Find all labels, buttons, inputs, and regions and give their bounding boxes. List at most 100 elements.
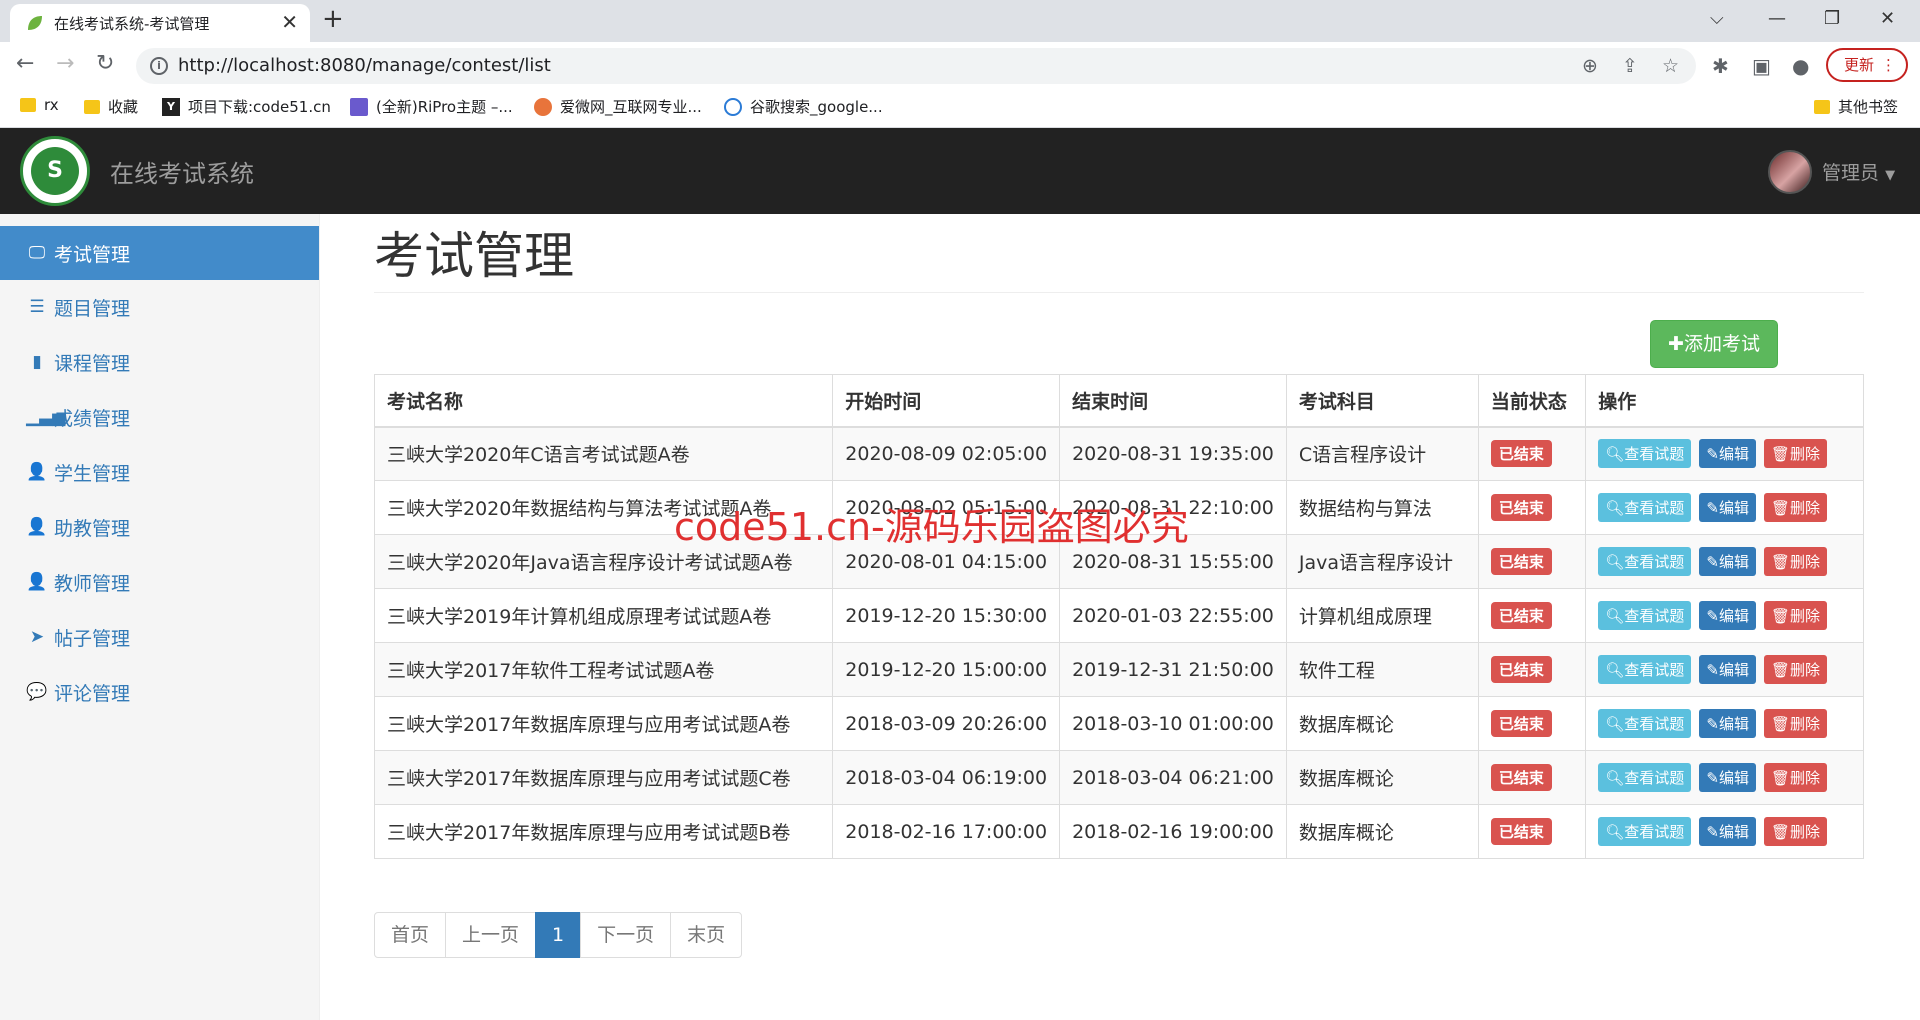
view-questions-button[interactable]: 🔍︎查看试题 xyxy=(1598,709,1692,738)
view-questions-button[interactable]: 🔍︎查看试题 xyxy=(1598,655,1692,684)
edit-button[interactable]: ✎编辑 xyxy=(1699,763,1756,792)
status-cell: 已结束 xyxy=(1477,804,1587,859)
app-brand[interactable]: 在线考试系统 xyxy=(110,154,254,189)
bookmark-item[interactable]: Y 项目下载:code51.cn xyxy=(162,96,331,117)
delete-button[interactable]: 🗑︎删除 xyxy=(1764,655,1828,684)
sidebar-item-questions[interactable]: ☰ 题目管理 xyxy=(0,280,319,334)
edit-button[interactable]: ✎编辑 xyxy=(1699,601,1756,630)
view-questions-button[interactable]: 🔍︎查看试题 xyxy=(1598,817,1692,846)
actions-cell: 🔍︎查看试题 ✎编辑 🗑︎删除 xyxy=(1585,750,1864,805)
bookmark-item[interactable]: rx xyxy=(20,96,59,114)
window-close-icon[interactable]: ✕ xyxy=(1880,8,1895,29)
list-icon: ☰ xyxy=(29,297,45,317)
edit-button[interactable]: ✎编辑 xyxy=(1699,817,1756,846)
aiwei-icon xyxy=(534,97,552,116)
subject-cell: 计算机组成原理 xyxy=(1285,588,1479,643)
delete-button[interactable]: 🗑︎删除 xyxy=(1764,763,1828,792)
page-first[interactable]: 首页 xyxy=(374,912,447,958)
book-icon: ▮ xyxy=(32,352,42,372)
edit-button[interactable]: ✎编辑 xyxy=(1699,709,1756,738)
exam-name-cell: 三峡大学2020年C语言考试试题A卷 xyxy=(373,426,834,481)
edit-icon: ✎ xyxy=(1706,769,1719,787)
status-badge: 已结束 xyxy=(1490,656,1552,683)
status-badge: 已结束 xyxy=(1490,548,1552,575)
bookmark-item[interactable]: 谷歌搜索_google... xyxy=(724,96,883,117)
page-current[interactable]: 1 xyxy=(535,912,582,958)
back-icon[interactable]: ← xyxy=(16,51,34,76)
sidebar-item-teachers[interactable]: 👤 教师管理 xyxy=(0,555,319,609)
forward-icon[interactable]: → xyxy=(56,51,74,76)
chevron-down-icon[interactable]: ⌵ xyxy=(1710,8,1724,29)
actions-cell: 🔍︎查看试题 ✎编辑 🗑︎删除 xyxy=(1585,480,1864,535)
folder-icon xyxy=(1814,99,1830,114)
status-badge: 已结束 xyxy=(1490,440,1552,468)
bookmark-item[interactable]: 爱微网_互联网专业... xyxy=(534,96,702,117)
page-next[interactable]: 下一页 xyxy=(580,912,672,958)
column-header: 结束时间 xyxy=(1059,374,1287,428)
sidebar-item-grades[interactable]: ▁▃▅ 成绩管理 xyxy=(0,390,319,444)
page-last[interactable]: 末页 xyxy=(670,912,743,958)
delete-button[interactable]: 🗑︎删除 xyxy=(1764,493,1828,522)
edit-button[interactable]: ✎编辑 xyxy=(1699,547,1756,576)
view-questions-button[interactable]: 🔍︎查看试题 xyxy=(1598,493,1692,522)
delete-button[interactable]: 🗑︎删除 xyxy=(1764,601,1828,630)
new-tab-icon[interactable]: + xyxy=(322,4,344,34)
edit-button[interactable]: ✎编辑 xyxy=(1699,655,1756,684)
edit-button[interactable]: ✎编辑 xyxy=(1699,439,1756,469)
zoom-icon[interactable]: ⊕ xyxy=(1582,55,1598,77)
delete-button[interactable]: 🗑︎删除 xyxy=(1764,709,1828,738)
subject-cell: Java语言程序设计 xyxy=(1285,534,1479,589)
view-questions-button[interactable]: 🔍︎查看试题 xyxy=(1598,601,1692,630)
end-time-cell: 2018-03-04 06:21:00 xyxy=(1059,750,1287,805)
edit-button[interactable]: ✎编辑 xyxy=(1699,493,1756,522)
bookmark-item[interactable]: 收藏 xyxy=(84,96,138,117)
search-icon: 🔍︎ xyxy=(1605,769,1625,787)
view-questions-button[interactable]: 🔍︎查看试题 xyxy=(1598,547,1692,576)
delete-button[interactable]: 🗑︎删除 xyxy=(1764,547,1828,576)
status-cell: 已结束 xyxy=(1477,588,1587,643)
close-icon[interactable]: ✕ xyxy=(281,10,298,34)
start-time-cell: 2020-08-09 02:05:00 xyxy=(832,426,1061,481)
delete-button[interactable]: 🗑︎删除 xyxy=(1764,817,1828,846)
start-time-cell: 2019-12-20 15:30:00 xyxy=(832,588,1061,643)
update-button[interactable]: 更新 ⋮ xyxy=(1826,48,1908,82)
restore-icon[interactable]: ❐ xyxy=(1824,8,1840,29)
minimize-icon[interactable]: — xyxy=(1768,8,1786,29)
actions-cell: 🔍︎查看试题 ✎编辑 🗑︎删除 xyxy=(1585,804,1864,859)
sidebar-item-posts[interactable]: ➤ 帖子管理 xyxy=(0,610,319,664)
url-text: http://localhost:8080/manage/contest/lis… xyxy=(178,55,551,76)
sidebar-item-students[interactable]: 👤 学生管理 xyxy=(0,445,319,499)
sidebar-item-exams[interactable]: 🖵 考试管理 xyxy=(0,226,319,280)
status-badge: 已结束 xyxy=(1490,710,1552,737)
sidebar-item-comments[interactable]: 💬 评论管理 xyxy=(0,665,319,719)
add-exam-button[interactable]: ✚添加考试 xyxy=(1650,320,1778,368)
exam-name-cell: 三峡大学2017年数据库原理与应用考试试题A卷 xyxy=(373,696,834,751)
bookmark-item[interactable]: (全新)RiPro主题 –... xyxy=(350,96,513,117)
sidepanel-icon[interactable]: ▣ xyxy=(1752,54,1771,78)
search-icon: 🔍︎ xyxy=(1605,445,1625,464)
url-field[interactable]: i http://localhost:8080/manage/contest/l… xyxy=(136,48,1696,84)
view-questions-button[interactable]: 🔍︎查看试题 xyxy=(1598,439,1692,469)
end-time-cell: 2020-01-03 22:55:00 xyxy=(1059,588,1287,643)
reload-icon[interactable]: ↻ xyxy=(96,51,114,76)
star-icon[interactable]: ☆ xyxy=(1662,55,1679,77)
info-icon[interactable]: i xyxy=(150,57,168,75)
actions-cell: 🔍︎查看试题 ✎编辑 🗑︎删除 xyxy=(1585,588,1864,643)
page-prev[interactable]: 上一页 xyxy=(445,912,537,958)
status-cell: 已结束 xyxy=(1477,480,1587,535)
avatar[interactable] xyxy=(1768,150,1812,194)
signal-icon: ▁▃▅ xyxy=(26,407,66,427)
delete-button[interactable]: 🗑︎删除 xyxy=(1764,439,1828,469)
user-menu[interactable]: 管理员 ▼ xyxy=(1822,158,1895,185)
view-questions-button[interactable]: 🔍︎查看试题 xyxy=(1598,763,1692,792)
sidebar-item-courses[interactable]: ▮ 课程管理 xyxy=(0,335,319,389)
share-icon[interactable]: ⇪ xyxy=(1622,55,1638,77)
browser-tab[interactable]: 在线考试系统-考试管理 ✕ xyxy=(10,4,310,42)
folder-icon xyxy=(84,99,100,114)
address-bar: ← → ↻ i http://localhost:8080/manage/con… xyxy=(0,42,1920,88)
trash-icon: 🗑︎ xyxy=(1771,661,1791,679)
sidebar-item-assistants[interactable]: 👤 助教管理 xyxy=(0,500,319,554)
extensions-icon[interactable]: ✱ xyxy=(1712,54,1729,78)
profile-icon[interactable]: ● xyxy=(1792,54,1809,78)
other-bookmarks[interactable]: 其他书签 xyxy=(1814,96,1898,117)
